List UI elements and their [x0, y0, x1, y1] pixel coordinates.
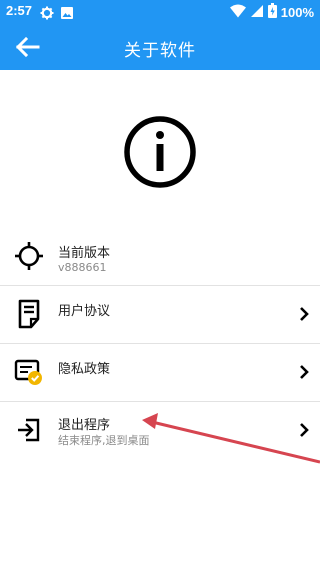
exit-icon [14, 415, 44, 445]
list-item-privacy-policy[interactable]: 隐私政策 [0, 343, 320, 401]
list-item-user-agreement[interactable]: 用户协议 [0, 285, 320, 343]
info-icon [122, 114, 198, 190]
battery-icon [267, 3, 277, 22]
privacy-badge-icon [14, 357, 44, 387]
list-item-exit-app[interactable]: 退出程序 结束程序,退到桌面 [0, 401, 320, 459]
app-bar: 关于软件 [0, 24, 320, 70]
list-item-title: 隐私政策 [58, 362, 111, 377]
status-time: 2:57 [6, 3, 33, 18]
status-bar: 2:57 100% [0, 0, 320, 24]
list-item-version: 当前版本 v888661 [0, 228, 320, 285]
list-item-subtitle: v888661 [58, 261, 107, 274]
wifi-icon [229, 3, 246, 22]
status-notification-icons [40, 5, 74, 24]
crosshair-icon [14, 241, 44, 271]
list-item-subtitle: 结束程序,退到桌面 [58, 434, 150, 447]
image-icon [60, 5, 74, 24]
list-item-title: 用户协议 [58, 304, 111, 319]
gear-icon [40, 5, 54, 24]
battery-percentage: 100% [280, 5, 314, 20]
settings-list: 当前版本 v888661 用户协议 隐私政策 退出程序 结束程序,退到桌面 [0, 228, 320, 459]
page-title: 关于软件 [124, 41, 196, 61]
status-system-icons: 100% [229, 3, 314, 22]
chevron-right-icon [298, 306, 310, 322]
list-item-title: 当前版本 [58, 246, 111, 261]
chevron-right-icon [298, 422, 310, 438]
signal-icon [250, 3, 264, 22]
list-item-title: 退出程序 [58, 418, 111, 433]
chevron-right-icon [298, 364, 310, 380]
document-icon [14, 299, 44, 329]
